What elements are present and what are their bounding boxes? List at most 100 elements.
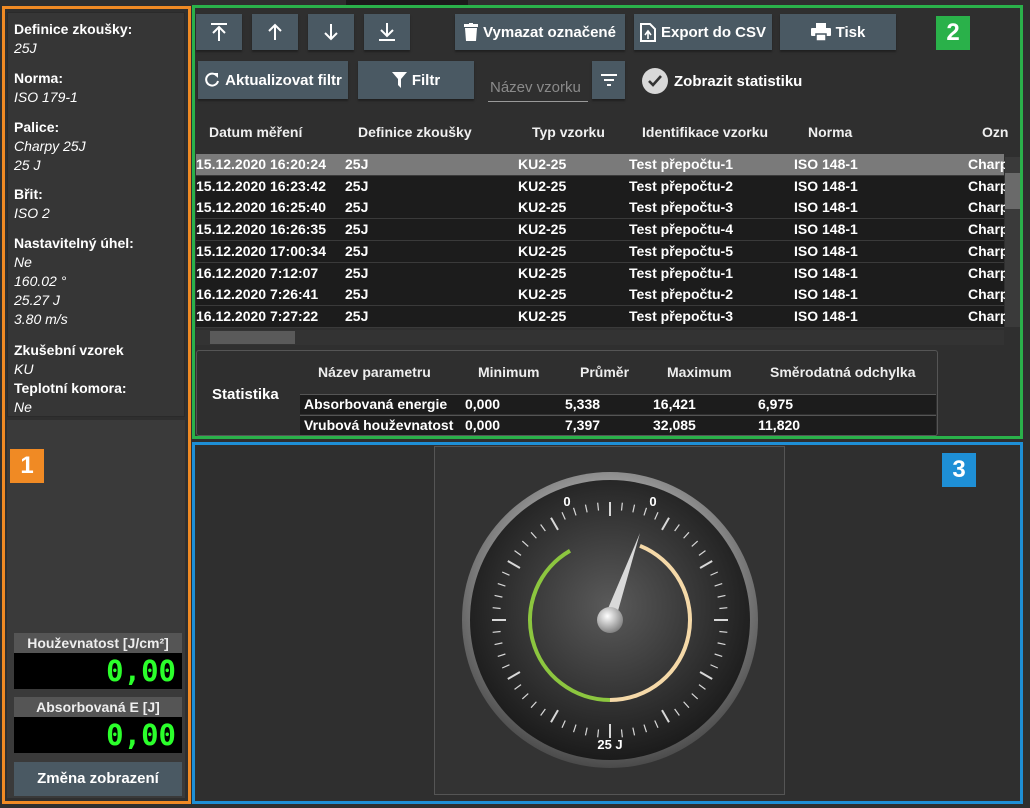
show-statistics-toggle[interactable]: Zobrazit statistiku bbox=[642, 66, 802, 96]
export-csv-button[interactable]: Export do CSV bbox=[634, 14, 772, 50]
sample-name-input[interactable]: Název vzorku bbox=[488, 74, 588, 102]
table-row[interactable]: 15.12.2020 16:25:40 25J KU2-25 Test přepočt… bbox=[196, 197, 1008, 220]
info-value: 25J bbox=[14, 40, 37, 56]
filter-button[interactable]: Filtr bbox=[358, 61, 474, 99]
move-down-button[interactable] bbox=[308, 14, 354, 50]
statistics-cell: 11,820 bbox=[758, 417, 801, 433]
statistics-column-header: Minimum bbox=[478, 364, 540, 380]
toughness-value: 0,00 bbox=[14, 653, 182, 689]
table-cell: Test přepočtu-2 bbox=[629, 177, 733, 194]
table-row[interactable]: 15.12.2020 17:00:34 25J KU2-25 Test přepočt… bbox=[196, 240, 1008, 263]
table-row[interactable]: 15.12.2020 16:23:42 25J KU2-25 Test přepočt… bbox=[196, 175, 1008, 198]
vertical-scrollbar[interactable] bbox=[1005, 157, 1020, 327]
move-to-top-button[interactable] bbox=[196, 14, 242, 50]
show-statistics-label: Zobrazit statistiku bbox=[674, 72, 803, 90]
table-cell: ISO 148-1 bbox=[794, 264, 858, 281]
table-cell: ISO 148-1 bbox=[794, 156, 858, 172]
table-cell: Charp bbox=[968, 264, 1009, 281]
info-item: Zkušební vzorek KU bbox=[14, 341, 124, 379]
table-cell: 15.12.2020 17:00:34 bbox=[196, 242, 326, 259]
table-cell: Charp bbox=[968, 199, 1009, 216]
statistics-cell: 7,397 bbox=[565, 417, 601, 433]
checkmark-icon bbox=[642, 68, 668, 94]
table-cell: KU2-25 bbox=[518, 177, 567, 194]
info-item: Palice: Charpy 25J 25 J bbox=[14, 118, 86, 175]
horizontal-scroll-thumb[interactable] bbox=[210, 331, 295, 344]
gauge-tick bbox=[719, 630, 728, 633]
table-cell: KU2-25 bbox=[518, 221, 567, 238]
table-cell: Test přepočtu-3 bbox=[629, 199, 733, 216]
table-cell: 25J bbox=[345, 199, 369, 216]
filter-options-button[interactable] bbox=[592, 61, 625, 99]
table-row[interactable]: 15.12.2020 16:26:35 25J KU2-25 Test přepočt… bbox=[196, 219, 1008, 242]
table-cell: Charp bbox=[968, 307, 1009, 324]
info-item: Břit: ISO 2 bbox=[14, 185, 50, 223]
table-cell: 16.12.2020 7:12:07 bbox=[196, 264, 319, 281]
column-header[interactable]: Typ vzorku bbox=[532, 124, 605, 140]
pendulum-gauge: 0 0 25 J bbox=[462, 472, 758, 768]
print-button[interactable]: Tisk bbox=[780, 14, 896, 50]
refresh-icon bbox=[205, 72, 220, 87]
table-row[interactable]: 16.12.2020 7:26:41 25J KU2-25 Test přepočtu… bbox=[196, 284, 1008, 307]
table-row[interactable]: 15.12.2020 16:20:24 25J KU2-25 Test přepočt… bbox=[196, 154, 1008, 176]
table-cell: 15.12.2020 16:25:40 bbox=[196, 199, 326, 216]
column-header[interactable]: Ozn bbox=[982, 124, 1008, 140]
filter-label: Filtr bbox=[411, 71, 441, 89]
move-up-button[interactable] bbox=[252, 14, 298, 50]
gauge-tick bbox=[620, 502, 623, 511]
table-cell: 25J bbox=[345, 177, 369, 194]
table-cell: ISO 148-1 bbox=[794, 177, 858, 194]
vertical-scroll-thumb[interactable] bbox=[1005, 173, 1020, 209]
change-view-button[interactable]: Změna zobrazení bbox=[14, 762, 182, 796]
delete-selected-label: Vymazat označené bbox=[483, 23, 616, 41]
delete-selected-button[interactable]: Vymazat označené bbox=[455, 14, 625, 50]
measurement-table: Datum měření Definice zkoušky Typ vzorku Id… bbox=[196, 110, 1020, 348]
table-cell: Test přepočtu-1 bbox=[629, 264, 733, 281]
move-to-bottom-button[interactable] bbox=[364, 14, 410, 50]
statistics-cell: 32,085 bbox=[653, 417, 696, 433]
table-cell: KU2-25 bbox=[518, 156, 567, 172]
arrow-up-icon bbox=[268, 23, 282, 40]
statistics-cell: Absorbovaná energie bbox=[304, 396, 448, 412]
table-row[interactable]: 16.12.2020 7:12:07 25J KU2-25 Test přepočtu… bbox=[196, 262, 1008, 285]
table-cell: Test přepočtu-2 bbox=[629, 286, 733, 303]
column-header[interactable]: Norma bbox=[808, 124, 852, 140]
arrow-to-top-icon bbox=[211, 23, 227, 41]
table-cell: 25J bbox=[345, 156, 369, 172]
column-header[interactable]: Identifikace vzorku bbox=[642, 124, 768, 140]
statistics-cell: 6,975 bbox=[758, 396, 794, 412]
funnel-icon bbox=[391, 72, 407, 88]
region-tag-1: 1 bbox=[10, 449, 44, 483]
table-cell: ISO 148-1 bbox=[794, 242, 858, 259]
export-csv-label: Export do CSV bbox=[660, 23, 766, 41]
refresh-filter-button[interactable]: Aktualizovat filtr bbox=[198, 61, 348, 99]
region-tag-3: 3 bbox=[942, 453, 976, 487]
gauge-label-left: 0 bbox=[563, 494, 570, 509]
table-cell: ISO 148-1 bbox=[794, 199, 858, 216]
table-cell: 16.12.2020 7:27:22 bbox=[196, 307, 319, 324]
statistics-column-header: Maximum bbox=[667, 364, 732, 380]
absorbed-energy-value: 0,00 bbox=[14, 717, 182, 753]
horizontal-scrollbar[interactable] bbox=[196, 330, 1004, 345]
absorbed-energy-label: Absorbovaná E [J] bbox=[14, 697, 182, 717]
arrow-to-bottom-icon bbox=[379, 23, 395, 41]
table-cell: Charp bbox=[968, 156, 1009, 172]
info-item: Teplotní komora: Ne bbox=[14, 379, 127, 417]
gauge-tick bbox=[597, 502, 600, 511]
info-value: 160.02 ° bbox=[14, 273, 67, 289]
table-row[interactable]: 16.12.2020 7:27:22 25J KU2-25 Test přepočtu… bbox=[196, 305, 1008, 328]
statistics-cell: Vrubová houževnatost bbox=[304, 417, 454, 433]
region-tag-2: 2 bbox=[936, 16, 970, 50]
info-label: Zkušební vzorek bbox=[14, 342, 124, 358]
table-cell: KU2-25 bbox=[518, 264, 567, 281]
refresh-filter-label: Aktualizovat filtr bbox=[225, 71, 342, 89]
table-cell: 15.12.2020 16:23:42 bbox=[196, 177, 326, 194]
table-cell: 25J bbox=[345, 286, 369, 303]
gauge-label-right: 0 bbox=[649, 494, 656, 509]
toughness-label: Houževnatost [J/cm²] bbox=[14, 633, 182, 653]
table-cell: Test přepočtu-4 bbox=[629, 221, 733, 238]
table-cell: Charp bbox=[968, 177, 1009, 194]
column-header[interactable]: Definice zkoušky bbox=[358, 124, 472, 140]
column-header[interactable]: Datum měření bbox=[209, 124, 302, 140]
info-value: KU bbox=[14, 361, 34, 377]
